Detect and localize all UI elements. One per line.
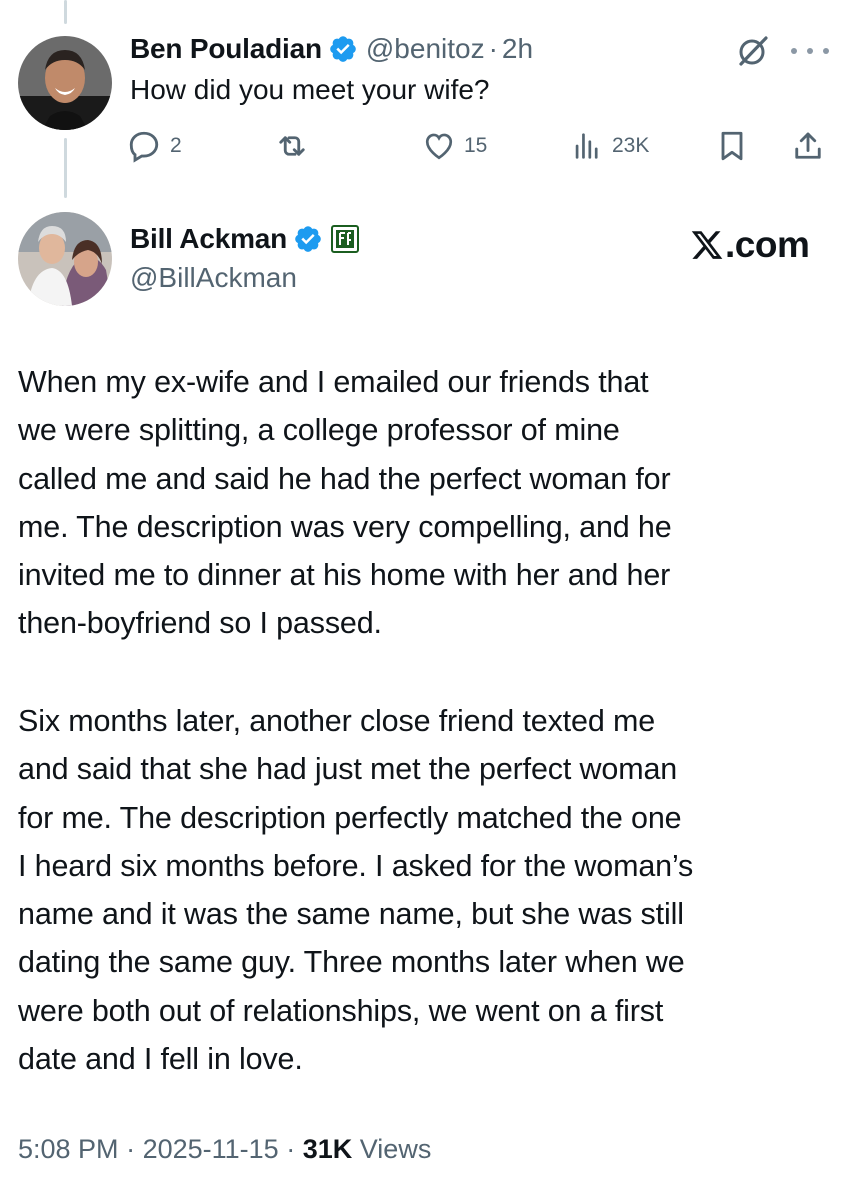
tweet-text-line: invited me to dinner at his home with he… <box>18 558 671 593</box>
main-header: Bill Ackman <box>130 218 360 260</box>
tweet-text-line: we were splitting, a college professor o… <box>18 413 620 448</box>
reply-icon <box>126 128 162 164</box>
tweet-text-line: I heard six months before. I asked for t… <box>18 848 694 883</box>
tweet-time[interactable]: 5:08 PM <box>18 1134 119 1164</box>
separator-dot: · <box>126 1134 136 1164</box>
reply-text: How did you meet your wife? <box>130 74 490 105</box>
tweet-paragraph: Six months later, another close friend t… <box>18 697 844 1083</box>
tweet-text-line: then-boyfriend so I passed. <box>18 606 382 641</box>
views-count: 31K <box>302 1134 353 1164</box>
reply-header: Ben Pouladian @benitoz · 2h <box>130 28 533 70</box>
views-button[interactable]: 23K <box>570 124 649 168</box>
author-handle[interactable]: @BillAckman <box>130 262 297 294</box>
separator-dot: · <box>488 33 498 64</box>
share-button[interactable] <box>790 124 826 168</box>
verified-badge-icon <box>328 34 358 64</box>
x-logo-icon <box>690 228 725 262</box>
tweet-text-line: for me. The description perfectly matche… <box>18 800 682 835</box>
tweet-paragraph: When my ex-wife and I emailed our friend… <box>18 358 844 648</box>
bookmark-icon <box>714 128 750 164</box>
tweet-text-line: name and it was the same name, but she w… <box>18 897 684 932</box>
tweet-date[interactable]: 2025-11-15 <box>143 1134 279 1164</box>
reply-author-name[interactable]: Ben Pouladian <box>130 33 322 65</box>
affiliation-badge-icon[interactable] <box>331 225 360 253</box>
views-icon <box>570 129 604 163</box>
tweet-text-line: When my ex-wife and I emailed our friend… <box>18 365 649 399</box>
tweet-text-line: me. The description was very compelling,… <box>18 509 672 544</box>
tweet-text-line: dating the same guy. Three months later … <box>18 945 685 980</box>
tweet-text-line: date and I fell in love. <box>18 1042 303 1077</box>
bookmark-button[interactable] <box>714 124 750 168</box>
share-icon <box>790 128 826 164</box>
tweet-text-line: were both out of relationships, we went … <box>18 993 664 1028</box>
like-count: 15 <box>464 134 488 157</box>
tweet-metadata: 5:08 PM · 2025-11-15 · 31K Views <box>18 1134 431 1165</box>
tweet-text-line: Six months later, another close friend t… <box>18 704 656 738</box>
more-icon[interactable] <box>791 46 829 56</box>
reply-timestamp[interactable]: 2h <box>502 33 533 65</box>
views-label: Views <box>359 1134 432 1164</box>
repost-button[interactable] <box>274 124 310 168</box>
grok-icon[interactable] <box>735 33 771 69</box>
avatar[interactable] <box>18 36 112 130</box>
heart-icon <box>422 129 456 163</box>
tweet-text-line: and said that she had just met the perfe… <box>18 752 678 787</box>
x-com-watermark: .com <box>690 224 810 266</box>
thread-line <box>64 0 67 24</box>
verified-badge-icon <box>293 224 323 254</box>
author-name[interactable]: Bill Ackman <box>130 223 287 255</box>
reply-button[interactable]: 2 <box>126 124 182 168</box>
views-count: 23K <box>612 134 650 157</box>
thread-line <box>64 138 67 198</box>
repost-icon <box>274 128 310 164</box>
reply-count: 2 <box>170 134 182 157</box>
separator-dot: · <box>286 1134 296 1164</box>
reply-author-handle[interactable]: @benitoz <box>366 33 485 65</box>
action-bar: 2 15 23K <box>126 124 836 168</box>
tweet-text-line: called me and said he had the perfect wo… <box>18 461 671 496</box>
like-button[interactable]: 15 <box>422 124 487 168</box>
avatar[interactable] <box>18 212 112 306</box>
brand-suffix: .com <box>725 224 810 265</box>
